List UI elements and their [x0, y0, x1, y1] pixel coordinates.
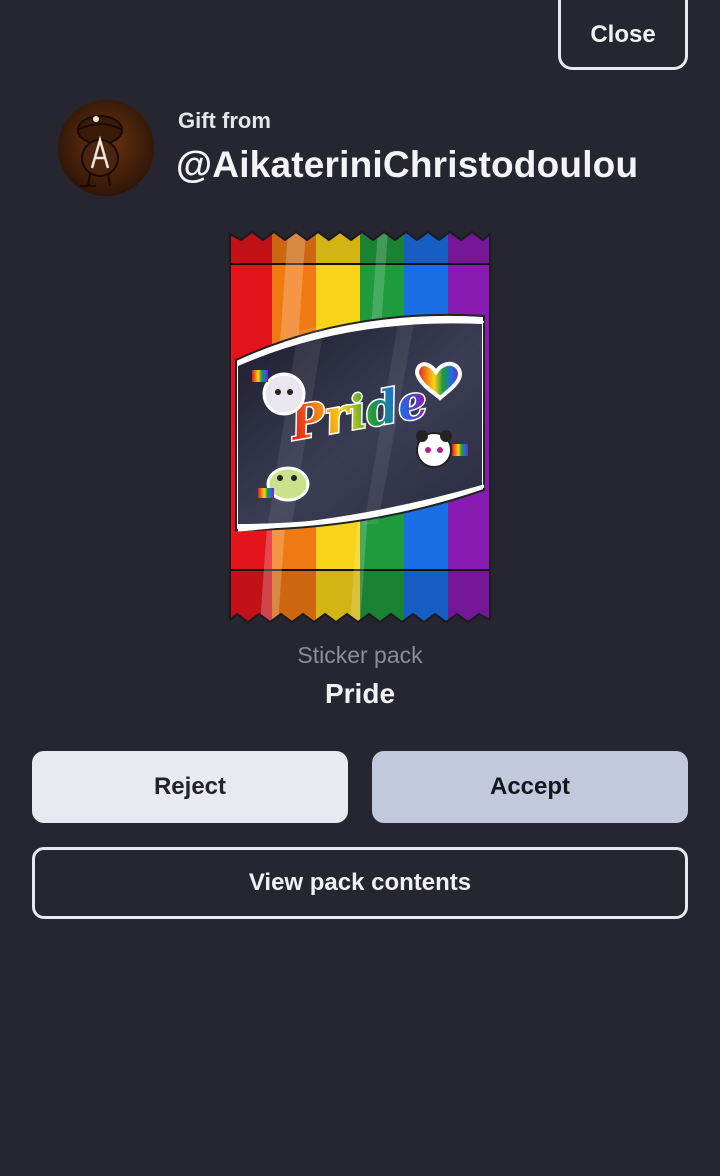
sticker-pack-image[interactable]: Pride [228, 230, 492, 624]
sender-username[interactable]: @AikateriniChristodoulou [176, 144, 638, 186]
reject-button[interactable]: Reject [32, 751, 348, 823]
gift-screen: Close Gift from @AikateriniChristodoulou [0, 0, 720, 1176]
gift-from-label: Gift from [178, 108, 271, 133]
accept-button[interactable]: Accept [372, 751, 688, 823]
avatar-drawing-icon [58, 100, 154, 196]
pack-type-label: Sticker pack [297, 642, 423, 668]
view-pack-contents-button[interactable]: View pack contents [32, 847, 688, 919]
pack-name: Pride [324, 678, 396, 709]
avatar [58, 100, 154, 196]
close-button[interactable]: Close [558, 0, 688, 70]
